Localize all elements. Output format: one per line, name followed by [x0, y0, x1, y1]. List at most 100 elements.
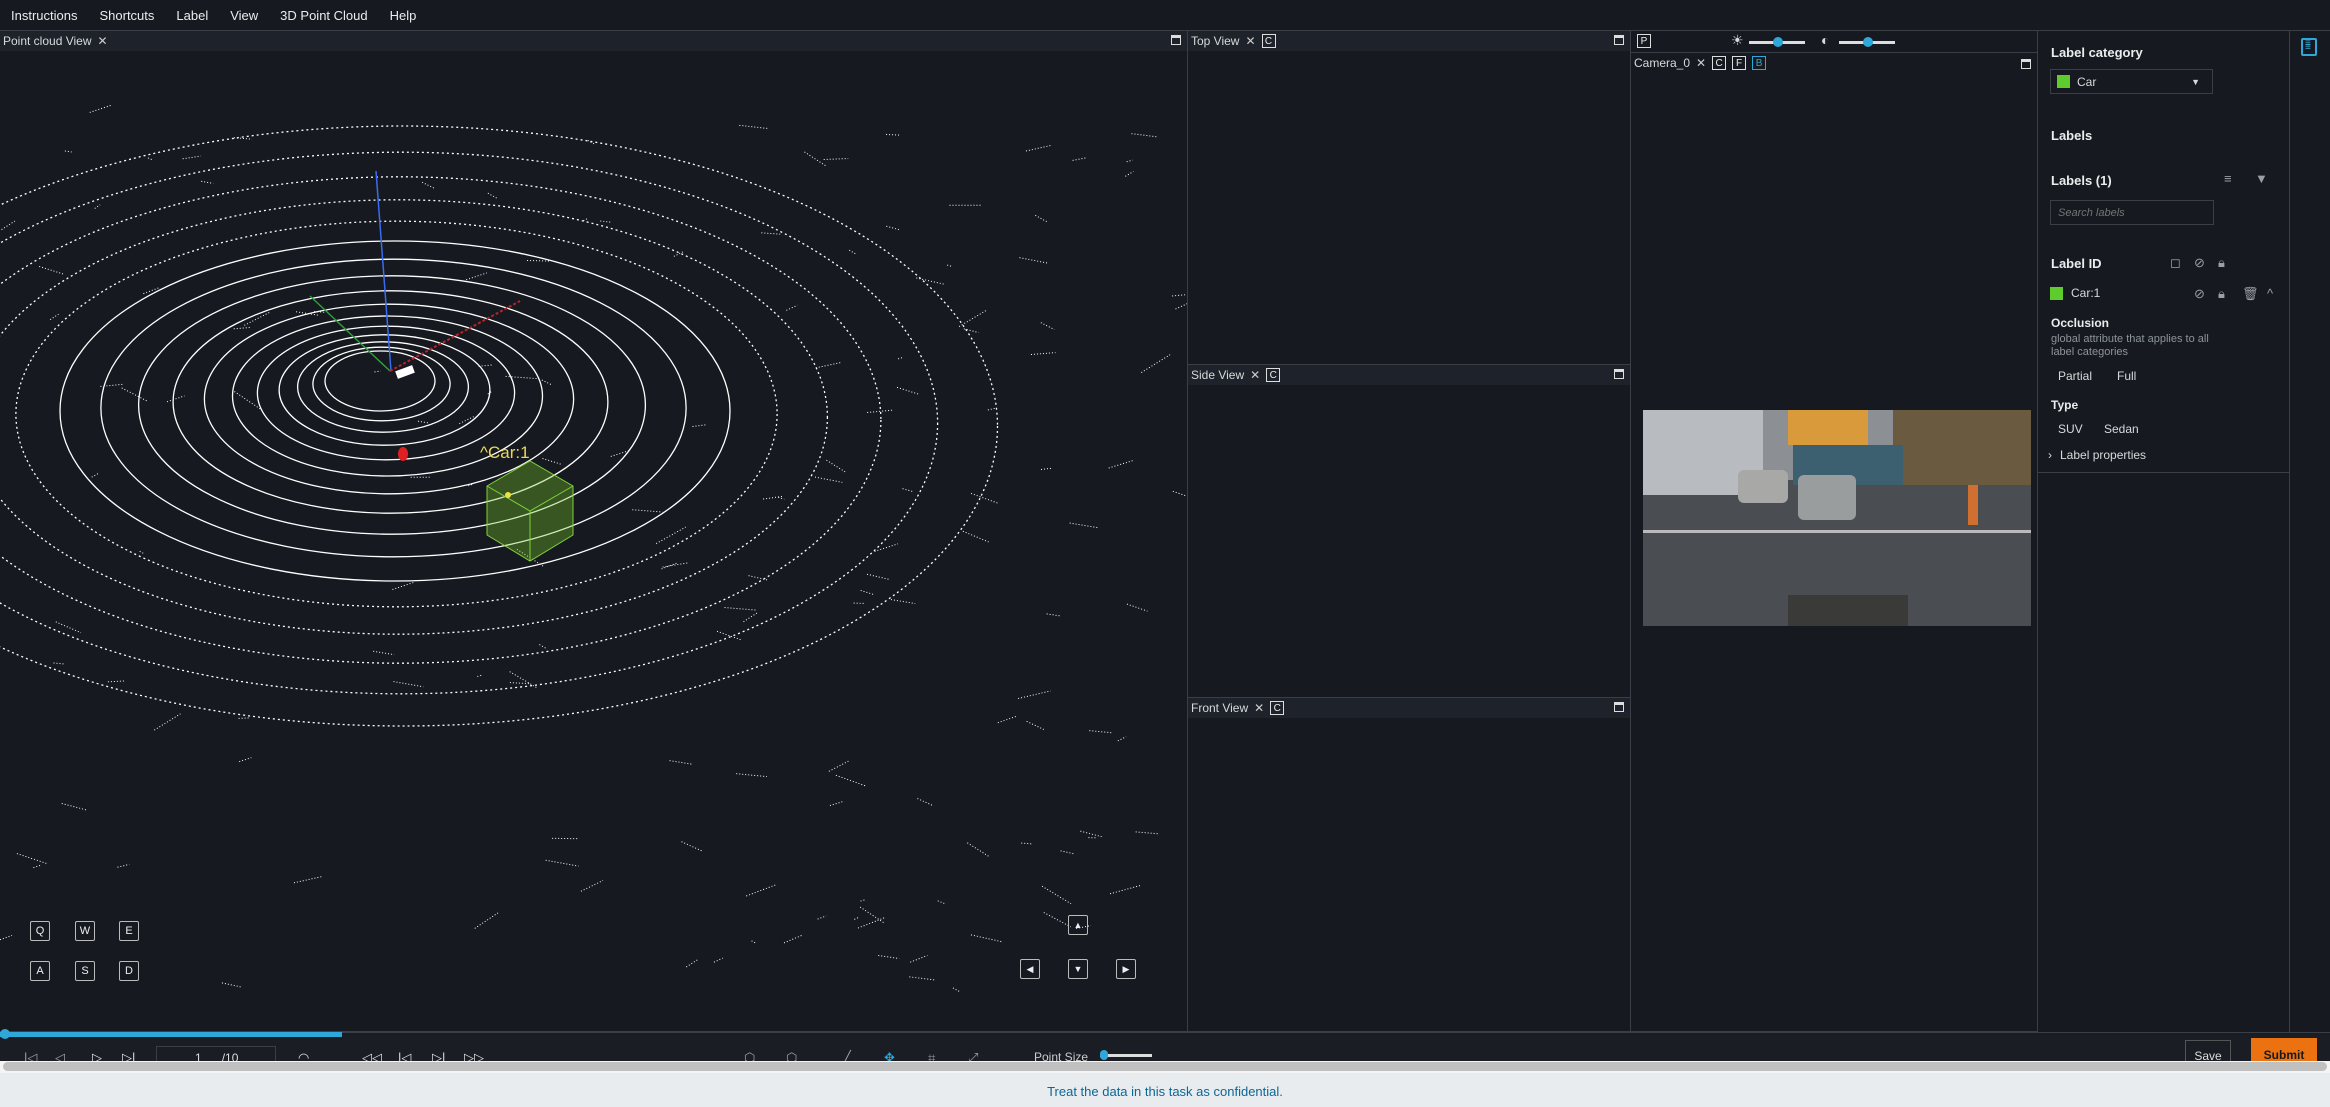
- center-button[interactable]: C: [1270, 701, 1285, 715]
- camera-b-button[interactable]: B: [1752, 56, 1767, 70]
- arrow-down-button[interactable]: ▼: [1068, 959, 1088, 979]
- delete-icon[interactable]: 🗑︎: [2242, 286, 2259, 302]
- maximize-icon[interactable]: [1614, 369, 1624, 379]
- sort-icon[interactable]: ≡: [2224, 171, 2232, 186]
- list-panel-icon[interactable]: ≡ ≡: [2301, 38, 2317, 56]
- label-shape-icon[interactable]: ◻: [2170, 255, 2181, 271]
- lidar-segment: [374, 370, 381, 373]
- label-properties-toggle[interactable]: › Label properties: [2048, 448, 2146, 462]
- hide-icon[interactable]: ⊘: [2194, 286, 2205, 302]
- lidar-segment: [713, 957, 723, 963]
- lidar-segment: [1043, 912, 1071, 928]
- point-cloud-title: Point cloud View: [3, 34, 92, 48]
- lidar-segment: [632, 509, 663, 513]
- label-category-select[interactable]: Car ▼: [2050, 69, 2213, 94]
- projection-button[interactable]: P: [1637, 34, 1651, 48]
- contrast-slider[interactable]: [1839, 37, 1895, 47]
- lidar-segment: [829, 801, 843, 806]
- maximize-icon[interactable]: [1614, 35, 1624, 45]
- occlusion-full[interactable]: Full: [2117, 369, 2136, 383]
- close-icon[interactable]: ✕: [1245, 34, 1255, 48]
- lidar-segment: [477, 674, 483, 677]
- key-a[interactable]: A: [30, 961, 50, 981]
- lock-icon[interactable]: 🔒︎: [2218, 286, 2225, 302]
- occlusion-partial[interactable]: Partial: [2058, 369, 2092, 383]
- lidar-segment: [121, 387, 149, 403]
- key-e[interactable]: E: [119, 921, 139, 941]
- center-button[interactable]: C: [1261, 34, 1276, 48]
- frame-progress[interactable]: [0, 1029, 342, 1039]
- lidar-segment: [293, 876, 322, 884]
- side-view[interactable]: Side View ✕ C: [1188, 365, 1631, 698]
- lidar-segment: [849, 249, 857, 255]
- maximize-icon[interactable]: [1614, 702, 1624, 712]
- arrow-up-button[interactable]: ▲: [1068, 915, 1088, 935]
- contrast-icon: ◐: [1821, 32, 1830, 48]
- key-d[interactable]: D: [119, 961, 139, 981]
- close-icon[interactable]: ✕: [1696, 56, 1706, 70]
- lidar-segment: [962, 530, 989, 543]
- lidar-segment: [417, 420, 428, 424]
- top-view[interactable]: Top View ✕ C: [1188, 31, 1631, 365]
- menu-label[interactable]: Label: [176, 8, 208, 23]
- category-color-swatch: [2057, 75, 2070, 88]
- type-title: Type: [2051, 398, 2079, 412]
- point-size-slider[interactable]: [1100, 1050, 1152, 1060]
- label-item-car-1[interactable]: Car:1: [2050, 286, 2100, 300]
- search-labels-input[interactable]: [2050, 200, 2214, 225]
- center-button[interactable]: C: [1266, 368, 1281, 382]
- lidar-segment: [867, 409, 893, 414]
- filter-icon[interactable]: ▼: [2255, 171, 2268, 186]
- menu-shortcuts[interactable]: Shortcuts: [99, 8, 154, 23]
- front-view-title: Front View: [1191, 701, 1249, 715]
- menu-help[interactable]: Help: [390, 8, 417, 23]
- lidar-segment: [1046, 613, 1062, 617]
- close-icon[interactable]: ✕: [1250, 368, 1260, 382]
- menu-view[interactable]: View: [230, 8, 258, 23]
- lidar-segment: [1040, 467, 1053, 470]
- brightness-slider[interactable]: [1749, 37, 1805, 47]
- lidar-segment: [0, 934, 13, 941]
- camera-image[interactable]: [1643, 410, 2031, 626]
- menu-3d-point-cloud[interactable]: 3D Point Cloud: [280, 8, 367, 23]
- lidar-segment: [233, 137, 253, 140]
- lidar-segment: [917, 798, 934, 807]
- lidar-segment: [509, 671, 537, 688]
- point-cloud-view[interactable]: Point cloud View ✕ ^Car:1 Q W E A S D ▲ …: [0, 31, 1188, 1032]
- lidar-segment: [143, 287, 160, 295]
- lidar-segment: [478, 364, 494, 367]
- lidar-segment: [937, 900, 945, 905]
- close-icon[interactable]: ✕: [98, 34, 108, 48]
- ego-marker: [395, 365, 415, 379]
- brightness-icon: ☀: [1731, 32, 1744, 48]
- hide-all-icon[interactable]: ⊘: [2194, 255, 2205, 271]
- lock-all-icon[interactable]: 🔒︎: [2218, 255, 2225, 271]
- lidar-segment: [1025, 144, 1053, 152]
- lidar-segment: [739, 124, 768, 129]
- divider: [2038, 472, 2290, 473]
- lidar-segment: [1019, 257, 1049, 264]
- menu-instructions[interactable]: Instructions: [11, 8, 77, 23]
- front-view[interactable]: Front View ✕ C: [1188, 698, 1631, 1032]
- maximize-icon[interactable]: [2021, 59, 2031, 69]
- lidar-segment: [53, 662, 65, 665]
- type-suv[interactable]: SUV: [2058, 422, 2083, 436]
- close-icon[interactable]: ✕: [1254, 701, 1264, 715]
- lidar-rings: [0, 125, 998, 727]
- lidar-ring: [324, 350, 436, 412]
- chevron-up-icon[interactable]: ^: [2267, 286, 2273, 301]
- key-s[interactable]: S: [75, 961, 95, 981]
- camera-f-button[interactable]: F: [1732, 56, 1747, 70]
- key-w[interactable]: W: [75, 921, 95, 941]
- camera-c-button[interactable]: C: [1712, 56, 1727, 70]
- arrow-right-button[interactable]: ▶: [1116, 959, 1136, 979]
- key-q[interactable]: Q: [30, 921, 50, 941]
- arrow-left-button[interactable]: ◀: [1020, 959, 1040, 979]
- point-cloud-canvas[interactable]: [0, 51, 1187, 1031]
- horizontal-scrollbar[interactable]: [0, 1061, 2330, 1073]
- maximize-icon[interactable]: [1171, 35, 1181, 45]
- label-item-name: Car:1: [2071, 286, 2101, 300]
- type-sedan[interactable]: Sedan: [2104, 422, 2139, 436]
- lidar-segment: [724, 607, 757, 611]
- lidar-ring: [296, 341, 470, 433]
